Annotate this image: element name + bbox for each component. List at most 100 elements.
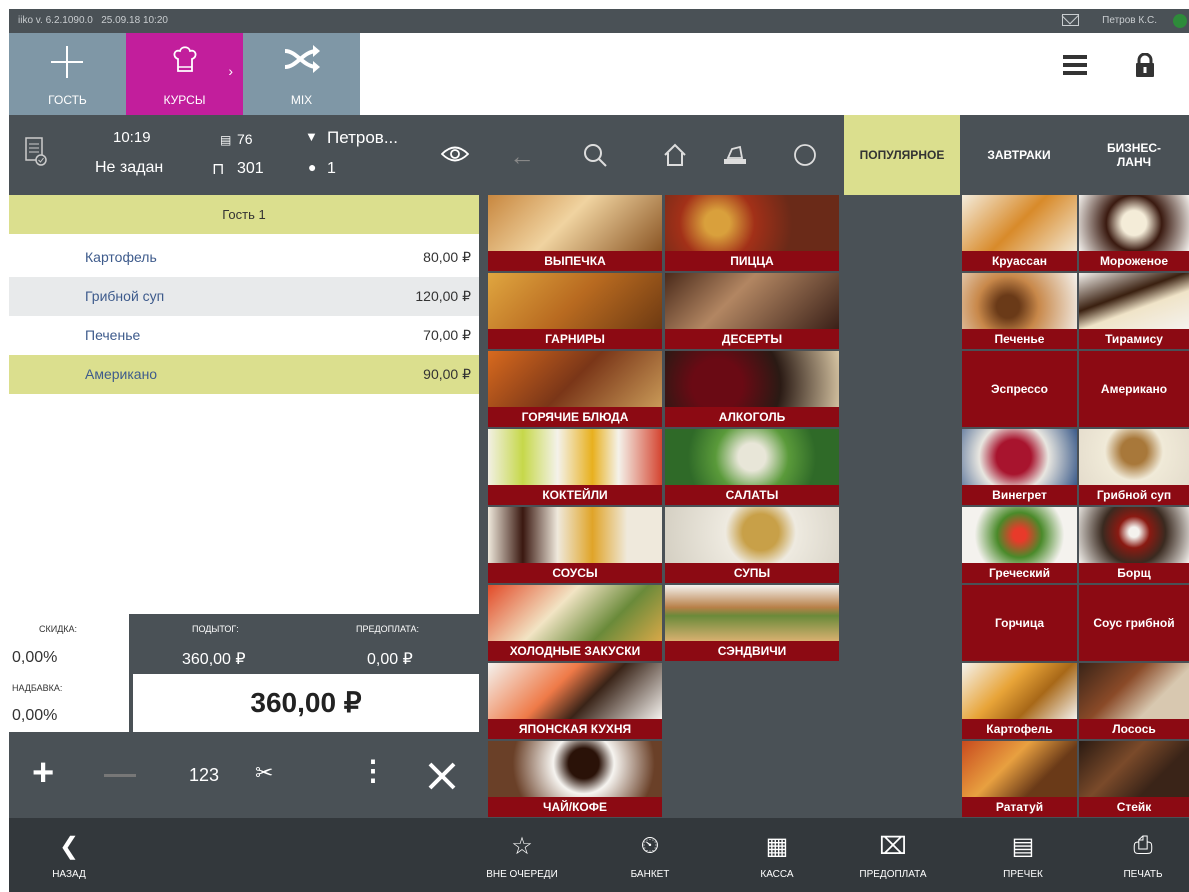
category-tile[interactable]: ГАРНИРЫ [488, 273, 662, 349]
tile-image [962, 663, 1077, 719]
order-list-icon[interactable] [25, 137, 47, 167]
decrease-button[interactable] [104, 774, 136, 777]
category-navigation: ← ПОПУЛЯРНОЕ ЗАВТРАКИ БИЗНЕС- ЛАНЧ [479, 115, 1189, 195]
order-item-row[interactable]: Печенье 70,00 ₽ [9, 316, 479, 355]
category-tile[interactable]: ПИЦЦА [665, 195, 839, 271]
scale-icon[interactable] [723, 145, 747, 165]
order-item-row[interactable]: Грибной суп 120,00 ₽ [9, 277, 479, 316]
order-item-row[interactable]: Картофель 80,00 ₽ [9, 238, 479, 277]
print-label: ПЕЧАТЬ [1123, 869, 1163, 880]
tile-label: КОКТЕЙЛИ [488, 485, 662, 505]
tile-label: Печенье [994, 332, 1045, 346]
category-tile[interactable]: СОУСЫ [488, 507, 662, 583]
category-tile[interactable]: САЛАТЫ [665, 429, 839, 505]
category-grid-spacer [841, 195, 962, 818]
category-tile[interactable]: ВЫПЕЧКА [488, 195, 662, 271]
mix-button[interactable]: MIX [243, 33, 360, 115]
add-guest-button[interactable]: ГОСТЬ [9, 33, 126, 115]
out-of-turn-button[interactable]: ☆ ВНЕ ОЧЕРЕДИ [478, 818, 566, 892]
tile-image [665, 351, 839, 407]
product-tile[interactable]: Грибной суп [1079, 429, 1189, 505]
tile-image [665, 273, 839, 329]
print-button[interactable]: ⎙ ПЕЧАТЬ [1099, 818, 1187, 892]
tile-label: ГАРНИРЫ [488, 329, 662, 349]
split-scissors-icon[interactable]: ✂ [255, 760, 273, 786]
product-tile[interactable]: Мороженое [1079, 195, 1189, 271]
banquet-label: БАНКЕТ [630, 869, 670, 880]
category-tile[interactable]: КОКТЕЙЛИ [488, 429, 662, 505]
product-tile[interactable]: Стейк [1079, 741, 1189, 817]
tile-label: Винегрет [992, 488, 1047, 502]
receipt-icon: ▤ [1011, 833, 1035, 860]
order-total: 360,00 ₽ [133, 674, 479, 732]
delete-icon[interactable] [428, 762, 456, 790]
search-icon[interactable] [583, 143, 607, 167]
cash-button[interactable]: ▦ КАССА [733, 818, 821, 892]
product-tile[interactable]: Греческий [962, 507, 1077, 583]
eye-icon[interactable] [441, 145, 469, 163]
discount-box[interactable]: СКИДКА: 0,00% НАДБАВКА: 0,00% [9, 614, 129, 732]
add-guest-label: ГОСТЬ [48, 93, 87, 107]
product-tile[interactable]: Соус грибной [1079, 585, 1189, 661]
tile-label: СОУСЫ [488, 563, 662, 583]
waiter-name[interactable]: Петров... [327, 128, 398, 148]
shuffle-icon [284, 45, 320, 73]
status-date: 25.09.18 [101, 15, 141, 26]
category-tile[interactable]: ХОЛОДНЫЕ ЗАКУСКИ [488, 585, 662, 661]
tab-breakfast[interactable]: ЗАВТРАКИ [965, 115, 1073, 195]
product-tile[interactable]: Горчица [962, 585, 1077, 661]
waiter-icon: ▼ [305, 129, 318, 144]
category-tile[interactable]: АЛКОГОЛЬ [665, 351, 839, 427]
category-tile[interactable]: ГОРЯЧИЕ БЛЮДА [488, 351, 662, 427]
guest-header-row[interactable]: Гость 1 [9, 195, 479, 234]
tile-image [1079, 273, 1189, 329]
product-tile[interactable]: Винегрет [962, 429, 1077, 505]
product-tile[interactable]: Круассан [962, 195, 1077, 271]
surcharge-value: 0,00% [12, 707, 58, 724]
product-tile[interactable]: Картофель [962, 663, 1077, 739]
category-tile[interactable]: СУПЫ [665, 507, 839, 583]
category-tile[interactable]: СЭНДВИЧИ [665, 585, 839, 661]
menu-icon[interactable] [1063, 55, 1087, 75]
courses-button[interactable]: › КУРСЫ [126, 33, 243, 115]
back-arrow-icon[interactable]: ← [509, 141, 535, 172]
calculator-icon: ▦ [765, 833, 789, 860]
home-icon[interactable] [663, 143, 687, 167]
category-tile[interactable]: ДЕСЕРТЫ [665, 273, 839, 349]
discount-value: 0,00% [12, 649, 58, 666]
tile-image [488, 195, 662, 251]
category-tile[interactable]: ЧАЙ/КОФЕ [488, 741, 662, 817]
product-tile[interactable]: Эспрессо [962, 351, 1077, 427]
receipt-icon: ▤ [220, 133, 232, 147]
tile-label: ВЫПЕЧКА [488, 251, 662, 271]
mail-icon[interactable] [1062, 14, 1079, 26]
product-tile[interactable]: Тирамису [1079, 273, 1189, 349]
tile-label: Греческий [989, 566, 1050, 580]
table-icon: ⊓ [212, 161, 225, 178]
banquet-button[interactable]: ⏲ БАНКЕТ [606, 818, 694, 892]
category-tile[interactable]: ЯПОНСКАЯ КУХНЯ [488, 663, 662, 739]
product-tile[interactable]: Печенье [962, 273, 1077, 349]
mix-label: MIX [290, 93, 313, 107]
order-item-row-selected[interactable]: Американо 90,00 ₽ [9, 355, 479, 394]
increase-button[interactable]: + [32, 754, 54, 792]
prepay-button[interactable]: ⌧ ПРЕДОПЛАТА [849, 818, 937, 892]
tab-popular[interactable]: ПОПУЛЯРНОЕ [844, 115, 960, 195]
tile-label: ЧАЙ/КОФЕ [488, 797, 662, 817]
product-tile[interactable]: Лосось [1079, 663, 1189, 739]
chevron-right-icon: › [228, 63, 233, 79]
quantity-button[interactable]: 123 [189, 765, 219, 786]
precheck-button[interactable]: ▤ ПРЕЧЕК [979, 818, 1067, 892]
tile-label: АЛКОГОЛЬ [665, 407, 839, 427]
tile-image [1079, 195, 1189, 251]
back-button[interactable]: ❮ НАЗАД [25, 818, 113, 892]
circle-icon[interactable] [793, 143, 817, 167]
product-tile[interactable]: Борщ [1079, 507, 1189, 583]
more-options-icon[interactable]: ⋮ [359, 754, 387, 787]
product-tile[interactable]: Рататуй [962, 741, 1077, 817]
tile-image [665, 195, 839, 251]
courses-label: КУРСЫ [163, 93, 206, 107]
lock-icon[interactable] [1135, 53, 1155, 77]
tab-business-lunch[interactable]: БИЗНЕС- ЛАНЧ [1079, 115, 1189, 195]
product-tile[interactable]: Американо [1079, 351, 1189, 427]
